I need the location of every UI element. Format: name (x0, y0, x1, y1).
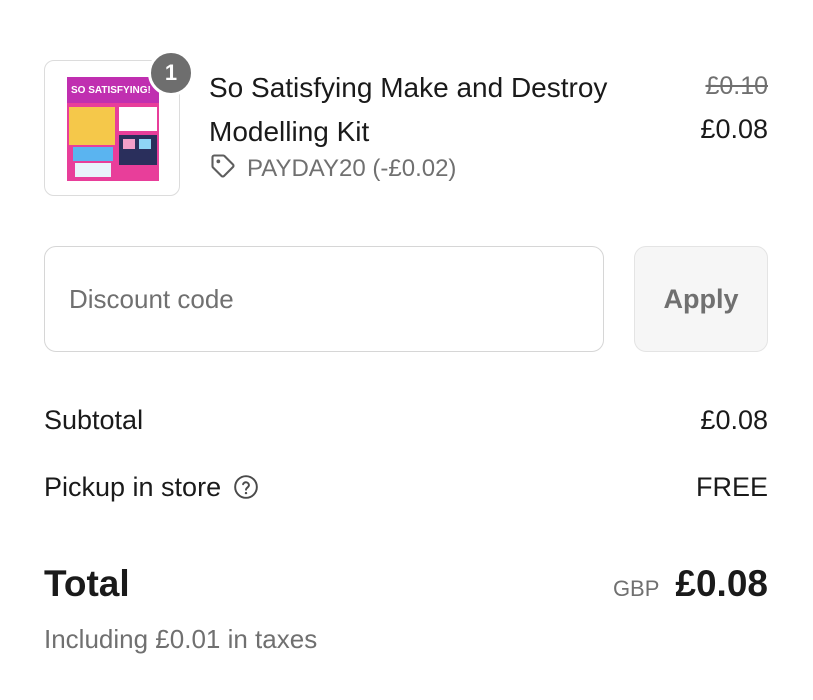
product-thumbnail-wrap: SO SATISFYING! 1 (44, 50, 194, 196)
product-image-text: SO SATISFYING! (71, 85, 151, 96)
order-summary: SO SATISFYING! 1 So Satisfying Make and … (0, 0, 813, 700)
currency-code: GBP (612, 576, 660, 601)
total-value: £0.08 (675, 563, 768, 604)
line-item: SO SATISFYING! 1 So Satisfying Make and … (44, 50, 768, 198)
original-price: £0.10 (705, 72, 768, 100)
subtotal-label: Subtotal (44, 404, 144, 435)
shipping-value: FREE (695, 471, 768, 502)
discount-code-form: Apply (44, 246, 768, 352)
total-label: Total (44, 563, 130, 604)
total-row: Total GBP £0.08 (44, 558, 768, 610)
discounted-price: £0.08 (700, 114, 768, 144)
total-amount-group: GBP £0.08 (613, 563, 768, 605)
shipping-label-group: Pickup in store (44, 472, 259, 503)
shipping-label: Pickup in store (44, 471, 222, 502)
tag-icon (209, 152, 237, 187)
apply-button[interactable]: Apply (634, 246, 768, 352)
subtotal-row: Subtotal £0.08 (44, 400, 768, 440)
applied-discount: PAYDAY20 (-£0.02) (209, 152, 457, 187)
applied-discount-code: PAYDAY20 (-£0.02) (247, 155, 457, 182)
product-title: So Satisfying Make and Destroy Modelling… (209, 72, 608, 147)
discount-code-input[interactable] (44, 246, 604, 352)
question-circle-icon[interactable] (233, 474, 259, 500)
product-box-image: SO SATISFYING! (67, 77, 159, 181)
subtotal-value: £0.08 (700, 404, 768, 435)
quantity-badge: 1 (148, 50, 194, 96)
shipping-row: Pickup in store FREE (44, 467, 768, 507)
taxes-note: Including £0.01 in taxes (44, 624, 318, 654)
